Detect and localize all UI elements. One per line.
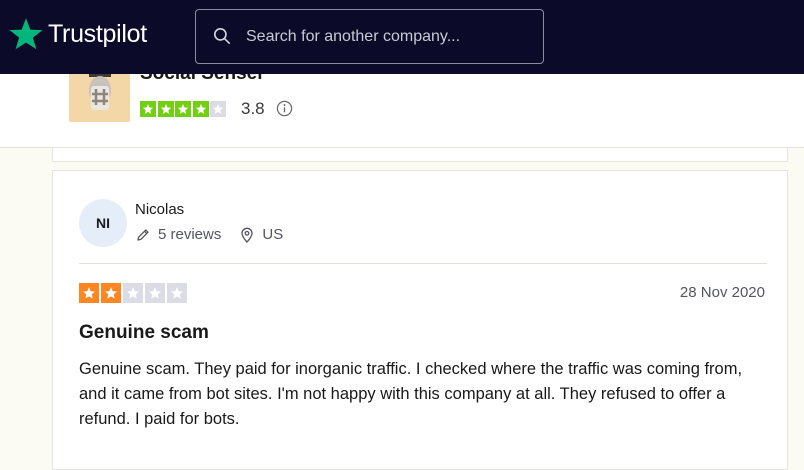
review-star-1 (79, 283, 99, 303)
info-icon[interactable] (276, 100, 293, 117)
pencil-icon (137, 228, 149, 241)
company-star-rating (140, 101, 228, 117)
review-star-3 (123, 283, 143, 303)
review-star-5 (167, 283, 187, 303)
location-pin-icon (241, 227, 254, 243)
star-icon (82, 287, 96, 299)
avatar[interactable]: NI (79, 199, 127, 247)
reviewer-name[interactable]: Nicolas (135, 201, 184, 218)
top-header: Trustpilot Search for another company... (0, 0, 804, 74)
previous-card-edge (52, 148, 788, 162)
search-placeholder: Search for another company... (246, 28, 461, 45)
review-star-2 (101, 283, 121, 303)
company-star-3 (175, 101, 191, 117)
company-header: Social Senser 3.8 (0, 63, 804, 148)
trust-score: 3.8 (241, 99, 265, 118)
review-body: Genuine scam. They paid for inorganic tr… (79, 360, 743, 428)
company-star-2 (157, 101, 174, 117)
review-date: 28 Nov 2020 (679, 284, 765, 301)
star-icon (177, 104, 189, 114)
star-icon (142, 104, 154, 114)
company-star-4 (192, 101, 209, 117)
star-logo-icon (9, 18, 43, 50)
star-icon (126, 287, 140, 299)
review-star-rating (79, 283, 189, 303)
search-icon (213, 27, 231, 45)
review-card: NI Nicolas 5 reviews US 28 Nov 2020 Genu… (52, 170, 788, 470)
brand-name: Trustpilot (48, 20, 147, 48)
company-star-1 (140, 101, 156, 117)
divider (79, 263, 767, 264)
star-icon (195, 104, 206, 114)
company-star-5 (210, 101, 226, 117)
star-icon (148, 287, 162, 299)
review-star-4 (145, 283, 165, 303)
review-title[interactable]: Genuine scam (79, 322, 209, 344)
star-icon (104, 287, 118, 299)
star-icon (160, 104, 171, 114)
review-count: 5 reviews (158, 226, 222, 243)
star-icon (170, 287, 184, 299)
star-icon (212, 104, 224, 114)
reviewer-country: US (262, 226, 284, 243)
reviewer-meta: 5 reviews US (135, 226, 283, 243)
search-input[interactable]: Search for another company... (195, 9, 544, 64)
trustpilot-logo[interactable]: Trustpilot (8, 16, 147, 52)
